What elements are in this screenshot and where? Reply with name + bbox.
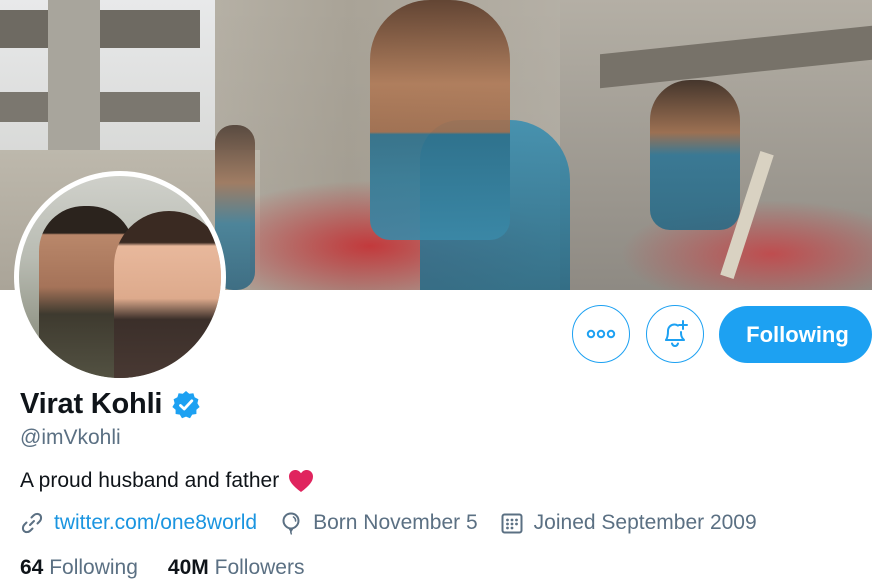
avatar-photo bbox=[19, 176, 221, 378]
calendar-icon bbox=[501, 513, 523, 534]
birthday-item: Born November 5 bbox=[279, 511, 478, 535]
verified-badge-icon bbox=[172, 390, 200, 418]
more-icon bbox=[586, 329, 616, 339]
profile-handle: @imVkohli bbox=[20, 426, 121, 449]
banner-beam bbox=[0, 92, 200, 122]
followers-stat[interactable]: 40M Followers bbox=[168, 556, 305, 580]
joined-text: Joined September 2009 bbox=[533, 511, 757, 534]
link-icon bbox=[21, 512, 43, 534]
following-count: 64 bbox=[20, 556, 44, 579]
joined-item: Joined September 2009 bbox=[500, 511, 757, 535]
banner-pillar bbox=[48, 0, 100, 170]
following-stat[interactable]: 64 Following bbox=[20, 556, 138, 580]
mural-figure bbox=[370, 0, 510, 240]
profile-meta: twitter.com/one8world Born November 5 Jo… bbox=[20, 511, 779, 535]
followers-label: Followers bbox=[214, 556, 305, 579]
following-button[interactable]: Following bbox=[719, 306, 872, 363]
profile-bio: A proud husband and father bbox=[20, 468, 315, 494]
profile-name: Virat Kohli bbox=[20, 388, 163, 420]
avatar-person bbox=[114, 211, 221, 378]
heart-icon bbox=[289, 470, 314, 492]
profile-avatar[interactable] bbox=[14, 171, 226, 383]
mural-figure bbox=[650, 80, 740, 230]
bell-plus-icon bbox=[665, 320, 688, 348]
website-link[interactable]: twitter.com/one8world bbox=[54, 511, 257, 535]
followers-count: 40M bbox=[167, 556, 209, 579]
bio-text: A proud husband and father bbox=[20, 469, 280, 492]
profile-stats: 64 Following 40M Followers bbox=[20, 556, 334, 580]
following-label: Following bbox=[49, 556, 138, 579]
notifications-button[interactable] bbox=[646, 305, 704, 363]
birthday-text: Born November 5 bbox=[313, 511, 478, 534]
balloon-icon bbox=[282, 512, 300, 535]
profile-name-row: Virat Kohli bbox=[20, 388, 202, 421]
more-button[interactable] bbox=[572, 305, 630, 363]
website-item[interactable]: twitter.com/one8world bbox=[20, 511, 257, 535]
banner-beam bbox=[0, 10, 200, 48]
